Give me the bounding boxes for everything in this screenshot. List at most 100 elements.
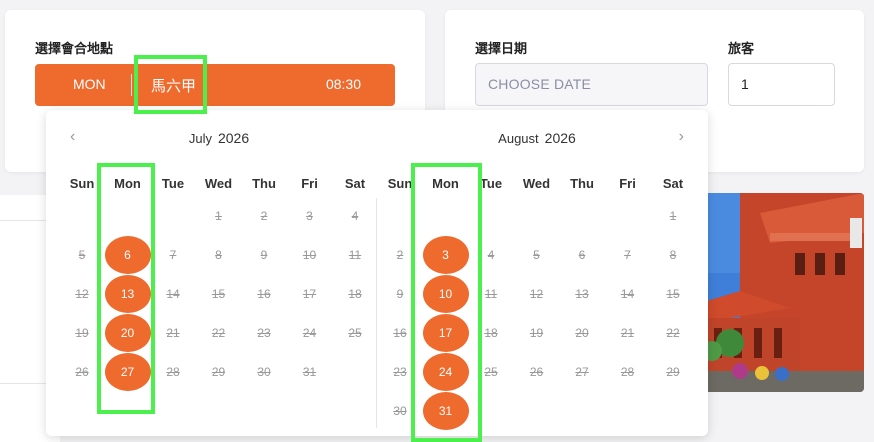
highlight-box xyxy=(97,163,155,414)
calendar-day-disabled: 14 xyxy=(150,276,196,312)
calendar-day-disabled: 13 xyxy=(559,276,605,312)
day-number: 10 xyxy=(302,248,317,262)
day-number: 14 xyxy=(620,287,635,301)
month-name: August xyxy=(498,131,539,146)
separator xyxy=(131,74,132,96)
calendar-day-disabled: 19 xyxy=(514,315,560,351)
calendar-day-disabled: 20 xyxy=(559,315,605,351)
meeting-point-label: 選擇會合地點 xyxy=(35,41,114,56)
day-number: 8 xyxy=(669,248,677,262)
day-number: 22 xyxy=(211,326,226,340)
calendar-day-disabled: 28 xyxy=(605,354,651,390)
weekday-header: Sat xyxy=(344,176,366,191)
day-number: 2 xyxy=(396,248,404,262)
day-number: 16 xyxy=(393,326,407,340)
calendar-day-disabled: 7 xyxy=(150,237,196,273)
calendar-day-disabled: 26 xyxy=(514,354,560,390)
day-number: 3 xyxy=(306,209,313,223)
month-name: July xyxy=(188,131,212,146)
meeting-time: 08:30 xyxy=(325,76,361,92)
calendar-day-disabled: 24 xyxy=(287,315,333,351)
day-number: 25 xyxy=(348,326,362,340)
calendar-day-disabled: 8 xyxy=(196,237,242,273)
weekday-header: Thu xyxy=(570,176,594,191)
calendar-day-disabled: 11 xyxy=(332,237,378,273)
day-number: 18 xyxy=(484,326,498,340)
calendar-day-disabled: 12 xyxy=(514,276,560,312)
day-number: 4 xyxy=(351,209,359,223)
weekday-header: Tue xyxy=(161,176,185,191)
day-number: 4 xyxy=(487,248,495,262)
day-number: 1 xyxy=(669,209,677,223)
calendar-day-disabled: 18 xyxy=(332,276,378,312)
weekday-header: Wed xyxy=(522,176,551,191)
weekday-header: Thu xyxy=(252,176,276,191)
day-number: 21 xyxy=(620,326,635,340)
month-header: July 2026 xyxy=(58,130,380,146)
day-number: 28 xyxy=(166,365,180,379)
day-number: 29 xyxy=(211,365,226,379)
travelers-input[interactable]: 1 xyxy=(728,63,835,106)
calendar-day-disabled: 17 xyxy=(287,276,333,312)
highlight-box xyxy=(411,163,482,442)
day-number: 25 xyxy=(484,365,498,379)
date-input[interactable]: CHOOSE DATE xyxy=(475,63,708,106)
calendar-day-disabled: 10 xyxy=(287,237,333,273)
day-number: 11 xyxy=(484,287,498,301)
day-number: 29 xyxy=(666,365,680,379)
day-number: 13 xyxy=(575,287,589,301)
calendar-day-disabled: 21 xyxy=(605,315,651,351)
day-number: 30 xyxy=(393,404,407,418)
highlight-box xyxy=(134,55,207,114)
calendar-day-disabled: 14 xyxy=(605,276,651,312)
calendar-day-disabled: 29 xyxy=(650,354,696,390)
day-number: 1 xyxy=(215,209,222,223)
day-number: 22 xyxy=(666,326,680,340)
day-number: 27 xyxy=(575,365,589,379)
day-number: 24 xyxy=(302,326,317,340)
calendar-day-disabled: 9 xyxy=(241,237,287,273)
day-number: 30 xyxy=(257,365,271,379)
calendar-day-disabled: 22 xyxy=(196,315,242,351)
day-number: 15 xyxy=(211,287,226,301)
calendar-day-disabled: 1 xyxy=(650,198,696,234)
calendar-day-disabled: 6 xyxy=(559,237,605,273)
day-number: 14 xyxy=(166,287,180,301)
day-number: 15 xyxy=(666,287,680,301)
day-number: 7 xyxy=(169,248,177,262)
day-number: 12 xyxy=(529,287,544,301)
weekday-header: Fri xyxy=(301,176,318,191)
day-number: 17 xyxy=(302,287,317,301)
month-header: August 2026 xyxy=(376,130,698,146)
calendar-day-disabled: 27 xyxy=(559,354,605,390)
meeting-point-selector[interactable]: MON 馬六甲 08:30 xyxy=(35,64,395,106)
weekday-header: Sat xyxy=(662,176,684,191)
calendar-day-disabled: 3 xyxy=(287,198,333,234)
calendar-day-disabled: 23 xyxy=(241,315,287,351)
calendar-day-disabled: 7 xyxy=(605,237,651,273)
meeting-day: MON xyxy=(73,76,106,92)
calendar-day-disabled: 21 xyxy=(150,315,196,351)
calendar-day-disabled: 31 xyxy=(287,354,333,390)
weekday-header: Fri xyxy=(619,176,636,191)
day-number: 19 xyxy=(529,326,544,340)
day-number: 5 xyxy=(78,248,86,262)
day-number: 20 xyxy=(575,326,589,340)
day-number: 2 xyxy=(260,209,268,223)
day-number: 21 xyxy=(166,326,180,340)
day-number: 6 xyxy=(578,248,586,262)
day-number: 8 xyxy=(215,248,222,262)
calendar-day-disabled: 30 xyxy=(241,354,287,390)
calendar-day-disabled: 15 xyxy=(650,276,696,312)
day-number: 23 xyxy=(257,326,271,340)
calendar-day-disabled: 25 xyxy=(332,315,378,351)
day-number: 19 xyxy=(75,326,89,340)
travelers-label: 旅客 xyxy=(728,41,755,56)
day-number: 23 xyxy=(393,365,407,379)
calendar-day-disabled: 15 xyxy=(196,276,242,312)
calendar-day-disabled: 22 xyxy=(650,315,696,351)
day-number: 26 xyxy=(529,365,544,379)
calendar-day-disabled: 2 xyxy=(241,198,287,234)
day-number: 9 xyxy=(260,248,268,262)
day-number: 28 xyxy=(620,365,635,379)
